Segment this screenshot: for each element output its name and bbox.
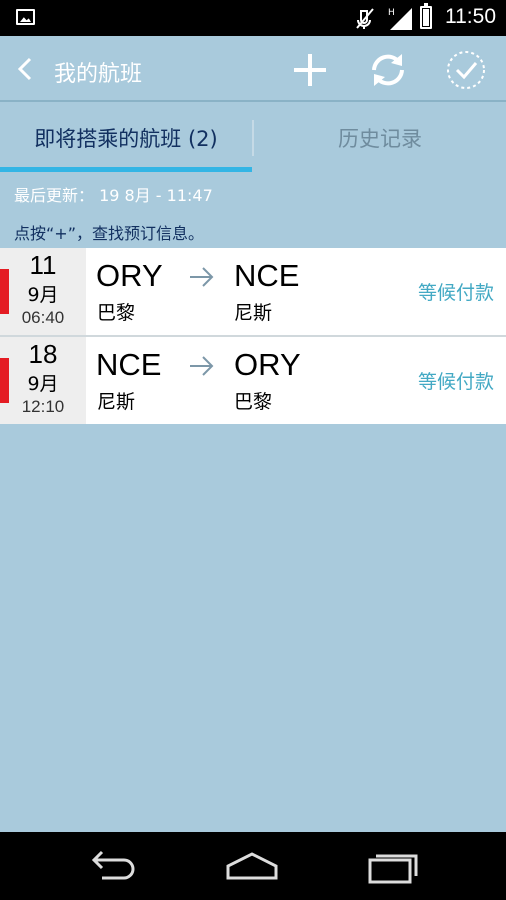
flight-time: 12:10 bbox=[21, 397, 65, 416]
origin-city: 巴黎 bbox=[97, 302, 136, 324]
origin-code: ORY bbox=[96, 258, 163, 293]
origin-city: 尼斯 bbox=[97, 391, 136, 413]
flight-row[interactable]: 11 9月 06:40 ORY 巴黎 NCE 尼斯 等候付款 bbox=[0, 248, 506, 335]
flight-date: 18 9月 12:10 bbox=[0, 337, 86, 424]
arrow-right-icon bbox=[190, 267, 214, 287]
flight-month: 9月 bbox=[27, 373, 59, 395]
nav-home-icon[interactable] bbox=[222, 846, 282, 886]
flight-date: 11 9月 06:40 bbox=[0, 248, 86, 335]
payment-status: 等候付款 bbox=[417, 282, 494, 304]
destination-code: NCE bbox=[234, 258, 300, 293]
tab-bar: 即将搭乘的航班 (2) 历史记录 bbox=[0, 104, 506, 172]
payment-status: 等候付款 bbox=[417, 371, 494, 393]
add-icon[interactable] bbox=[288, 48, 332, 92]
tab-history[interactable]: 历史记录 bbox=[254, 104, 506, 172]
back-chevron-icon[interactable] bbox=[14, 56, 38, 82]
flight-day: 18 bbox=[28, 339, 58, 369]
status-bar: H 11:50 bbox=[0, 0, 506, 36]
image-notification-icon bbox=[16, 9, 35, 25]
battery-icon bbox=[420, 3, 432, 29]
origin-code: NCE bbox=[96, 347, 162, 382]
check-all-icon[interactable] bbox=[444, 48, 488, 92]
destination-code: ORY bbox=[234, 347, 301, 382]
svg-text:H: H bbox=[388, 8, 395, 18]
app-bar: 我的航班 bbox=[0, 36, 506, 102]
sync-icon[interactable] bbox=[366, 48, 410, 92]
nav-recent-apps-icon[interactable] bbox=[364, 846, 424, 886]
hint-text: 点按“+”，查找预订信息。 bbox=[14, 224, 204, 243]
tab-upcoming-flights[interactable]: 即将搭乘的航班 (2) bbox=[0, 104, 252, 172]
nav-back-icon[interactable] bbox=[82, 846, 142, 886]
flight-row[interactable]: 18 9月 12:10 NCE 尼斯 ORY 巴黎 等候付款 bbox=[0, 337, 506, 424]
destination-city: 尼斯 bbox=[234, 302, 273, 324]
arrow-right-icon bbox=[190, 356, 214, 376]
last-updated-text: 最后更新： 19 8月 - 11:47 bbox=[14, 186, 213, 205]
navigation-bar bbox=[0, 832, 506, 900]
page-title: 我的航班 bbox=[54, 62, 143, 87]
flight-month: 9月 bbox=[27, 284, 59, 306]
signal-icon: H bbox=[388, 8, 412, 30]
mute-icon bbox=[356, 8, 374, 29]
flight-day: 11 bbox=[29, 250, 57, 280]
flight-time: 06:40 bbox=[21, 308, 65, 327]
clock: 11:50 bbox=[445, 5, 496, 28]
destination-city: 巴黎 bbox=[234, 391, 273, 413]
